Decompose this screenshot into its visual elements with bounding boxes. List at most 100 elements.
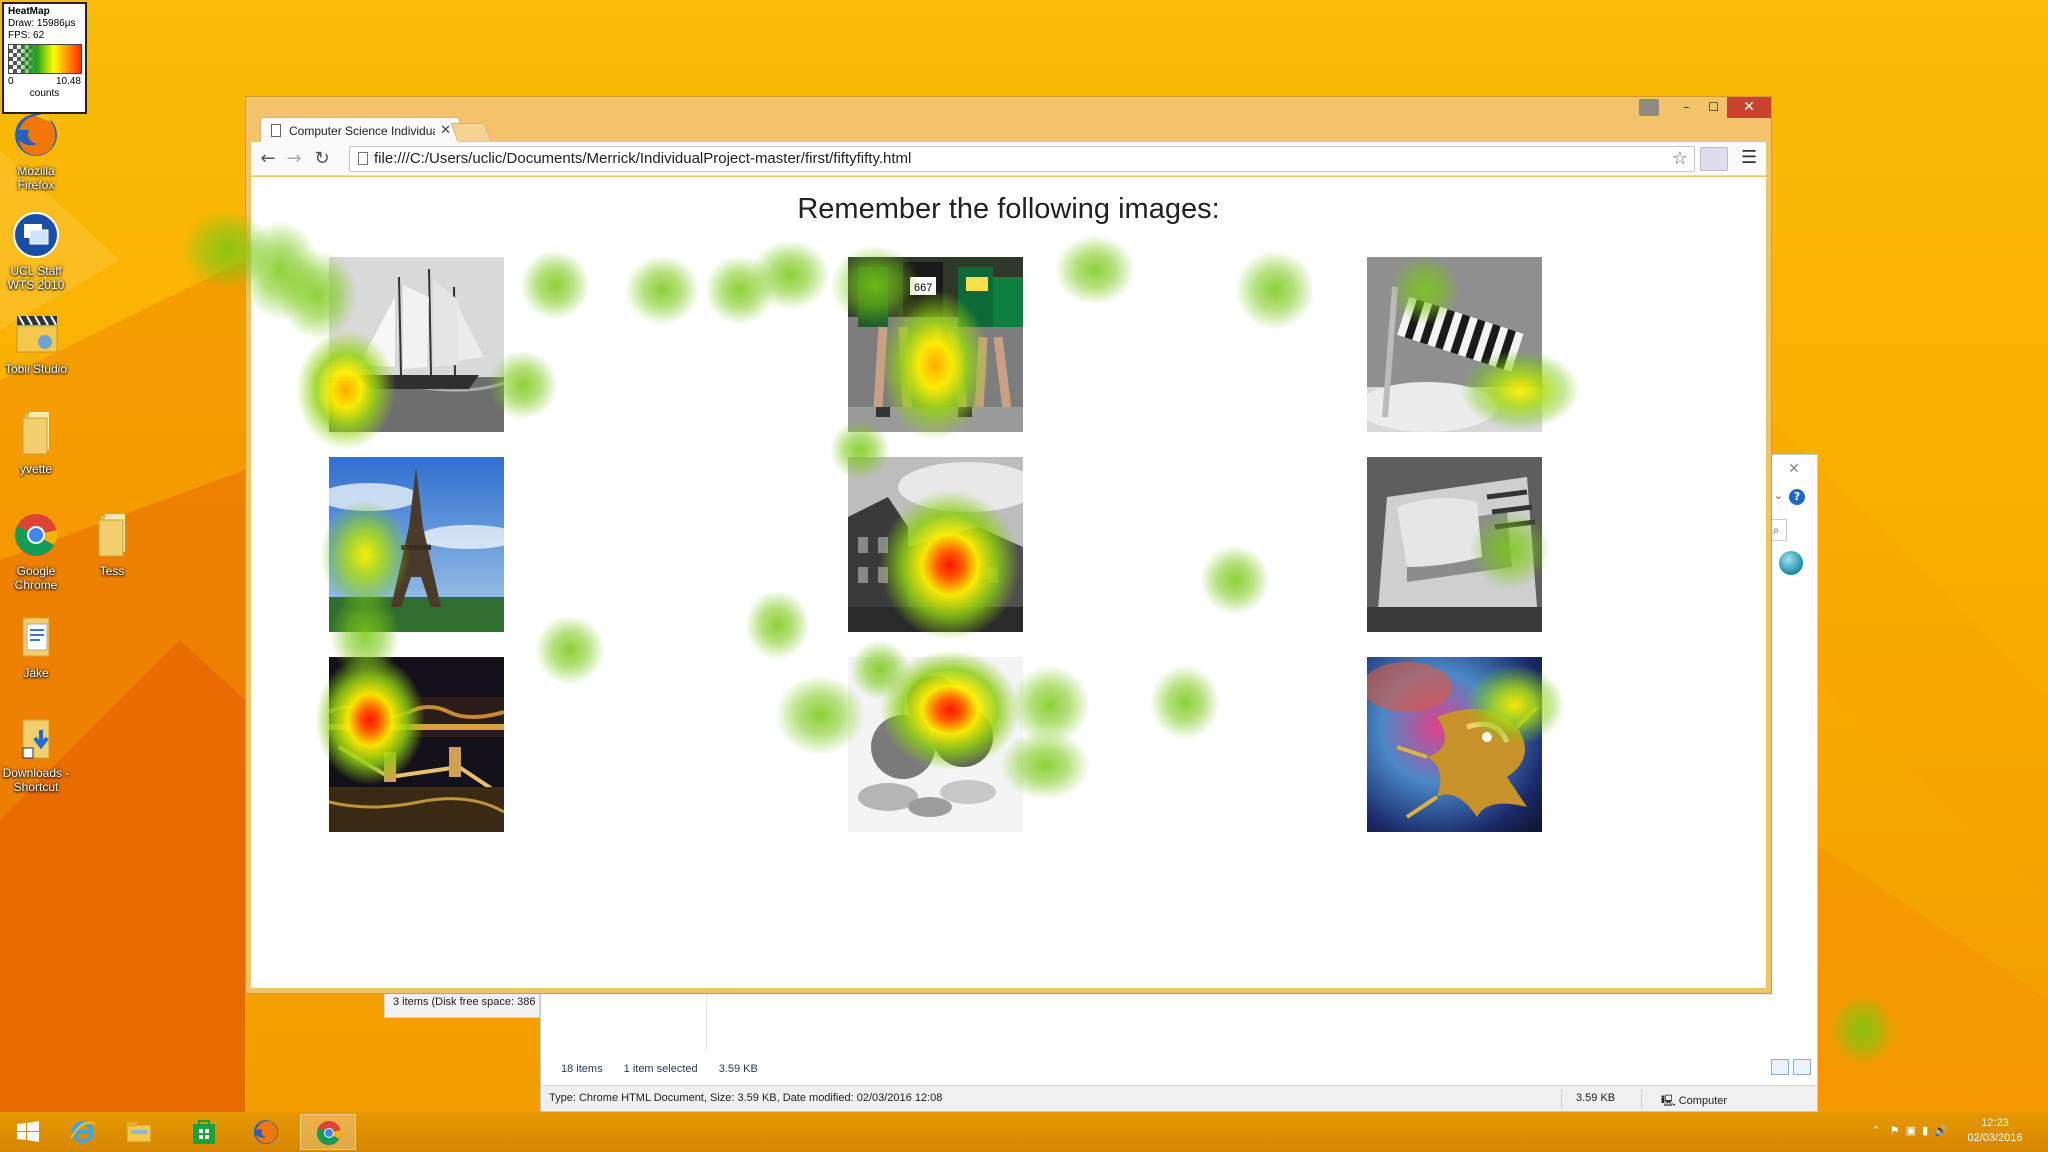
firefox-icon [11,110,61,160]
desktop-icon-tess[interactable]: Tess [76,510,148,578]
start-button[interactable] [0,1114,56,1150]
firefox-icon [254,1120,278,1144]
tray-icons: ⌃ ⚑ ▣ ▮ 🔊 [1871,1124,1948,1137]
globe-icon[interactable] [1779,551,1803,575]
heatmap-scale-max: 10.48 [55,76,81,87]
windows-logo-icon [17,1121,39,1142]
internet-explorer-icon [70,1121,96,1143]
heatmap-legend: HeatMap Draw: 15986µs FPS: 62 0 10.48 co… [2,2,87,114]
desktop-icon-label: Mozilla Firefox [17,164,55,192]
desktop: HeatMap Draw: 15986µs FPS: 62 0 10.48 co… [0,0,2048,1112]
address-bar[interactable]: file:///C:/Users/uclic/Documents/Merrick… [349,146,1695,172]
desktop-icon-google-chrome[interactable]: Google Chrome [0,510,72,592]
details-view-button[interactable] [1771,1059,1789,1075]
details-location: 🖳 Computer [1661,1095,1728,1107]
tobii-studio-icon [11,308,61,358]
status-selected-size: 3.59 KB [718,1063,758,1075]
chrome-window: – ☐ ✕ Computer Science Individual ✕ ← → … [245,96,1772,994]
image-sailing-ship [329,257,504,432]
image-fruits [848,657,1023,832]
image-historic-building [848,457,1023,632]
new-tab-button[interactable] [450,123,492,141]
help-icon[interactable]: ? [1789,489,1805,505]
desktop-icon-yvette[interactable]: yvette [0,408,72,476]
chrome-icon [316,1121,342,1145]
heatmap-color-scale [8,44,82,74]
network-adapter-icon[interactable]: ▣ [1906,1125,1916,1137]
extension-icon[interactable] [1700,147,1728,171]
page-content: Remember the following images: 667 [251,177,1766,988]
chevron-down-icon[interactable]: ⌄ [1774,489,1783,502]
details-size: 3.59 KB [1576,1092,1616,1104]
status-item-count: 18 items [561,1063,603,1075]
heatmap-legend-title: HeatMap [8,6,50,17]
desktop-icon-label: Google Chrome [14,564,58,592]
explorer-details-bar: Type: Chrome HTML Document, Size: 3.59 K… [541,1085,1817,1111]
tab-close-icon[interactable]: ✕ [440,122,451,138]
browser-tab[interactable]: Computer Science Individual ✕ [260,117,460,143]
desktop-icon-firefox[interactable]: Mozilla Firefox [0,110,72,192]
explorer-left-status: 3 items (Disk free space: 386 [384,990,540,1018]
desktop-icon-jake[interactable]: Jake [0,612,72,680]
reload-icon[interactable]: ↻ [311,148,333,170]
desktop-icon-ucl-staff-wts[interactable]: UCL Staff WTS 2010 [0,210,72,292]
signal-icon[interactable]: ▮ [1922,1125,1928,1137]
remote-desktop-icon [11,210,61,260]
back-arrow-icon[interactable]: ← [257,148,279,170]
taskbar: ⌃ ⚑ ▣ ▮ 🔊 12:23 02/03/2016 [0,1112,2048,1152]
tab-title: Computer Science Individual [289,124,435,138]
image-golden-dragon [1367,657,1542,832]
explorer-close-button[interactable]: ✕ [1777,459,1811,479]
clock-time: 12:23 [1981,1117,2009,1129]
desktop-icon-label: UCL Staff WTS 2010 [7,264,65,292]
profile-icon[interactable] [1639,99,1659,116]
desktop-icon-downloads-shortcut[interactable]: Downloads - Shortcut [0,712,72,794]
clock[interactable]: 12:23 02/03/2016 [1960,1116,2030,1146]
heatmap-scale-min: 0 [8,76,14,87]
page-icon [271,124,281,137]
bookmark-star-icon[interactable]: ☆ [1672,148,1688,169]
desktop-icon-label: Tobii Studio [4,362,68,376]
volume-icon[interactable]: 🔊 [1934,1125,1948,1137]
taskbar-firefox[interactable] [238,1114,294,1150]
show-hidden-icons-icon[interactable]: ⌃ [1871,1125,1880,1137]
details-text: Type: Chrome HTML Document, Size: 3.59 K… [549,1092,943,1104]
image-marathon-runners: 667 [848,257,1023,432]
downloads-folder-icon [11,712,61,762]
clock-date: 02/03/2016 [1967,1132,2023,1144]
system-tray: ⌃ ⚑ ▣ ▮ 🔊 12:23 02/03/2016 [1828,1112,2048,1152]
forward-arrow-icon[interactable]: → [283,148,305,170]
desktop-icon-tobii-studio[interactable]: Tobii Studio [0,308,72,376]
taskbar-store[interactable] [176,1114,232,1150]
heatmap-fps: FPS: 62 [8,30,45,41]
maximize-button[interactable]: ☐ [1700,97,1727,118]
desktop-icon-label: Jake [23,666,49,680]
document-icon [11,612,61,662]
folder-icon [87,510,137,560]
menu-icon[interactable]: ☰ [1741,147,1757,168]
taskbar-internet-explorer[interactable] [55,1114,111,1150]
page-icon [358,152,368,165]
window-controls: – ☐ ✕ [1673,97,1771,119]
details-location-label: Computer [1678,1095,1728,1107]
image-striped-windsock [1367,257,1542,432]
url-text: file:///C:/Users/uclic/Documents/Merrick… [374,150,912,167]
close-button[interactable]: ✕ [1727,97,1771,118]
minimize-button[interactable]: – [1673,97,1700,118]
desktop-icon-label: yvette [19,462,52,476]
details-separator [1641,1089,1642,1109]
browser-toolbar: ← → ↻ file:///C:/Users/uclic/Documents/M… [251,142,1766,176]
desktop-icon-label: Downloads - Shortcut [2,766,70,794]
large-icons-view-button[interactable] [1793,1059,1811,1075]
heatmap-draw-time: Draw: 15986µs [8,18,76,29]
image-eiffel-tower [329,457,504,632]
desktop-icon-label: Tess [99,564,125,578]
image-toaster [1367,457,1542,632]
store-icon [193,1120,215,1144]
image-chain-bridge-night [329,657,504,832]
taskbar-chrome[interactable] [300,1114,356,1150]
details-separator [1561,1089,1562,1109]
flag-icon[interactable]: ⚑ [1890,1125,1900,1137]
taskbar-file-explorer[interactable] [111,1114,167,1150]
page-heading: Remember the following images: [797,193,1220,225]
